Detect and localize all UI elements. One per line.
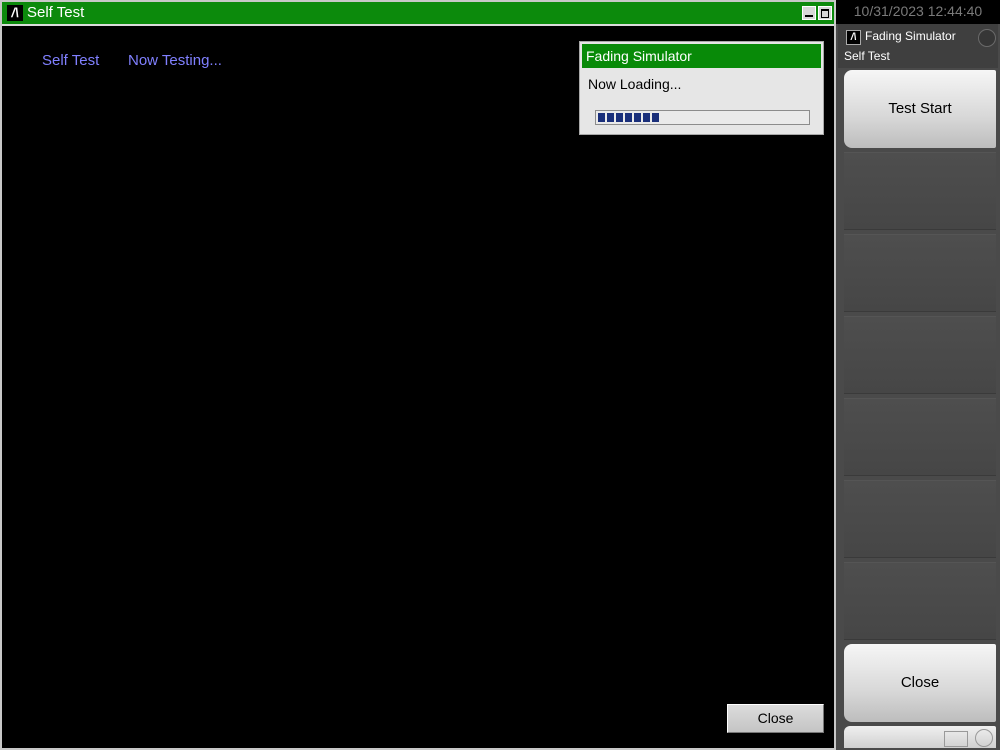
- close-button[interactable]: Close: [727, 704, 824, 733]
- progress-fill: [598, 113, 661, 122]
- panel-subtitle: Self Test: [844, 49, 890, 63]
- test-start-softkey[interactable]: Test Start: [844, 70, 996, 148]
- softkey-panel: 10/31/2023 12:44:40 /\ Fading Simulator …: [836, 0, 1000, 750]
- empty-softkey-2: [844, 152, 996, 230]
- empty-softkey-5: [844, 398, 996, 476]
- circle-icon: [975, 729, 993, 747]
- title-bar: /\ Self Test: [2, 2, 834, 26]
- empty-softkey-4: [844, 316, 996, 394]
- status-indicator-icon: [978, 29, 996, 47]
- panel-app-name: Fading Simulator: [865, 29, 956, 43]
- close-softkey[interactable]: Close: [844, 644, 996, 722]
- panel-header: /\ Fading Simulator Self Test: [838, 24, 998, 68]
- empty-softkey-7: [844, 562, 996, 640]
- empty-softkey-6: [844, 480, 996, 558]
- status-message: Now Testing...: [128, 52, 222, 69]
- window-icon: [944, 731, 968, 747]
- loading-dialog: Fading Simulator Now Loading...: [579, 41, 824, 135]
- anritsu-logo-icon: /\: [846, 30, 861, 45]
- window-title: Self Test: [27, 4, 85, 21]
- dialog-title: Fading Simulator: [582, 44, 821, 68]
- status-title: Self Test: [42, 52, 100, 69]
- empty-softkey-3: [844, 234, 996, 312]
- dialog-message: Now Loading...: [588, 76, 682, 92]
- anritsu-logo-icon: /\: [7, 5, 23, 21]
- maximize-button[interactable]: [818, 6, 832, 20]
- bottom-softkey-strip[interactable]: [844, 726, 996, 748]
- loading-progress-bar: [595, 110, 810, 125]
- datetime-display: 10/31/2023 12:44:40: [836, 0, 1000, 24]
- minimize-button[interactable]: [802, 6, 816, 20]
- self-test-window: /\ Self Test Self Test Now Testing... Fa…: [0, 0, 836, 750]
